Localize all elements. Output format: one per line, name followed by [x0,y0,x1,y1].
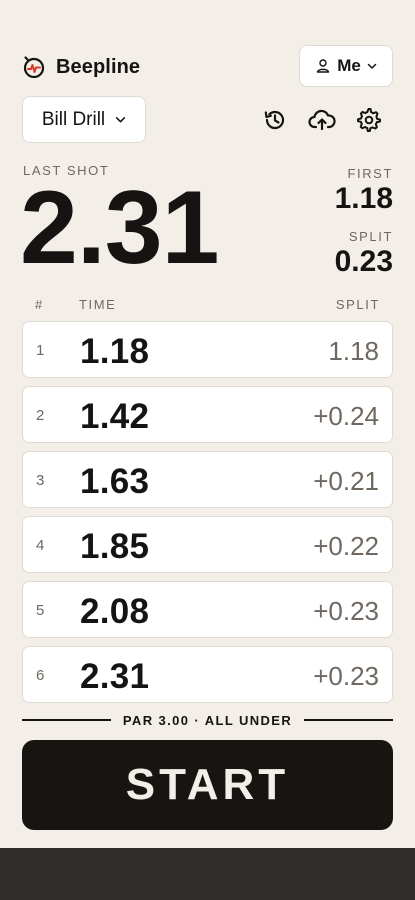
shot-time: 2.31 [80,657,150,696]
split-label: SPLIT [348,229,393,244]
shot-row[interactable]: 5 2.08 +0.23 [22,581,393,638]
app-name: Beepline [56,55,141,78]
divider-line [22,719,111,721]
shot-split: +0.24 [313,401,379,431]
system-bottom-bar [0,848,415,900]
history-icon [264,110,285,130]
shot-time: 1.85 [80,527,150,566]
shot-row[interactable]: 2 1.42 +0.24 [22,386,393,443]
shot-number: 3 [36,472,45,489]
shot-split: +0.23 [313,596,379,626]
shot-row[interactable]: 1 1.18 1.18 [22,321,393,378]
user-menu-button[interactable]: Me [299,45,393,87]
cloud-upload-icon [308,109,336,131]
shot-time: 1.18 [80,332,150,371]
history-button[interactable] [260,105,290,135]
settings-button[interactable] [354,105,384,135]
shot-time: 1.42 [80,397,150,436]
timer-logo-icon [23,56,45,79]
par-summary: PAR 3.00 · ALL UNDER [122,712,293,728]
shot-row[interactable]: 3 1.63 +0.21 [22,451,393,508]
shot-time: 2.08 [80,592,150,631]
first-shot-time: 1.18 [334,182,393,215]
shot-split: +0.23 [313,661,379,691]
gear-icon [357,108,381,132]
user-icon [316,59,330,73]
shot-number: 6 [36,667,45,684]
shot-row[interactable]: 4 1.85 +0.22 [22,516,393,573]
first-shot-label: FIRST [347,166,393,181]
chevron-down-icon [116,117,126,123]
shot-split: 1.18 [328,336,379,366]
column-header-num: # [35,297,44,312]
shot-split: +0.21 [313,466,379,496]
shot-row[interactable]: 6 2.31 +0.23 [22,646,393,703]
shots-table-header: # TIME SPLIT [22,297,393,313]
brand: Beepline [22,53,140,81]
chevron-down-icon [367,63,377,69]
shot-time: 1.63 [80,462,150,501]
app-screen: Beepline Me Bill Drill LAST SHOT 2.31 FI… [0,0,415,848]
par-divider: PAR 3.00 · ALL UNDER [22,712,393,728]
shot-number: 1 [36,342,45,359]
column-header-time: TIME [79,297,117,312]
column-header-split: SPLIT [335,297,380,312]
upload-button[interactable] [307,105,337,135]
shot-number: 2 [36,407,45,424]
last-shot-time: 2.31 [20,170,219,286]
shot-split: +0.22 [313,531,379,561]
drill-select-label: Bill Drill [41,108,106,130]
user-menu-label: Me [337,56,361,75]
drill-select[interactable]: Bill Drill [22,96,146,143]
divider-line [304,719,393,721]
shot-number: 5 [36,602,45,619]
split-time: 0.23 [334,245,393,278]
shot-number: 4 [36,537,45,554]
start-button[interactable]: START [22,740,393,830]
